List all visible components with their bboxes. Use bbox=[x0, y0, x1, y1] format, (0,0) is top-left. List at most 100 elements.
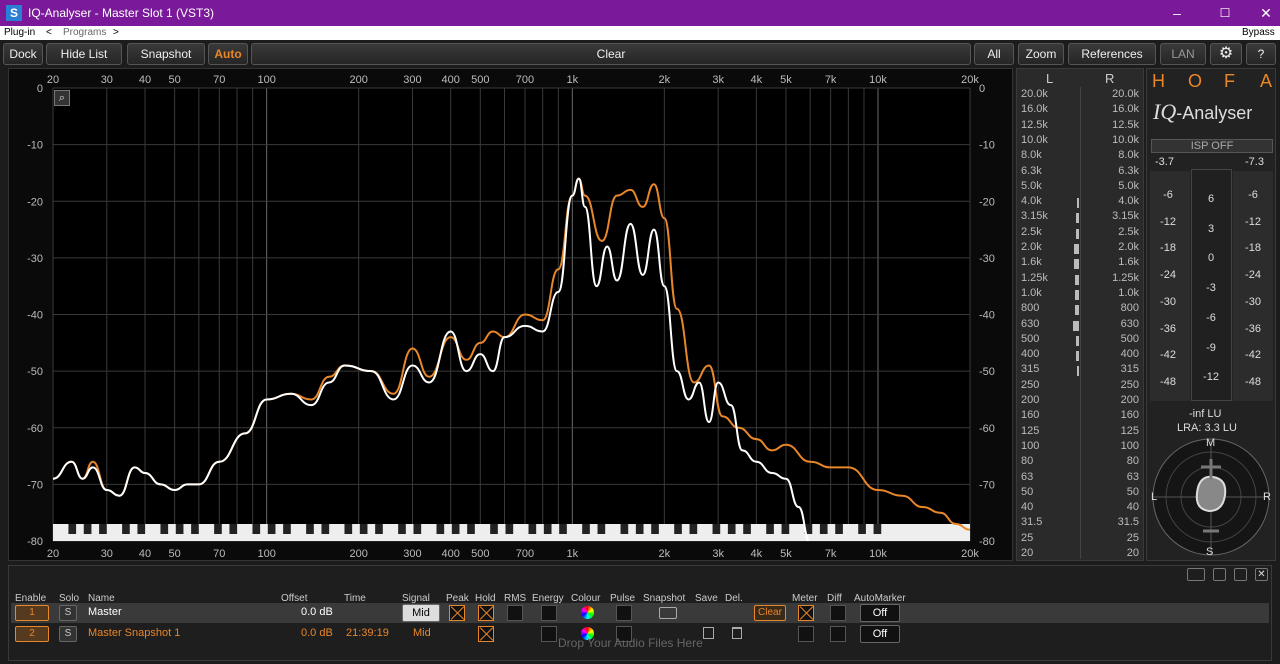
peak-checkbox[interactable] bbox=[449, 605, 465, 621]
x-tick-label-top: 20 bbox=[47, 74, 59, 86]
x-tick-label-top: 40 bbox=[139, 74, 151, 86]
enable-button[interactable]: 2 bbox=[15, 626, 49, 642]
offset-value[interactable]: 0.0 dB bbox=[301, 627, 333, 639]
rms-checkbox[interactable] bbox=[507, 605, 523, 621]
piano-black-key bbox=[490, 524, 498, 534]
peak-l-value: -3.7 bbox=[1155, 156, 1174, 168]
close-list-icon[interactable]: ✕ bbox=[1255, 568, 1268, 581]
zoom-magnifier-icon[interactable]: ⌕ bbox=[54, 90, 70, 106]
settings-gear-icon[interactable]: ⚙ bbox=[1210, 43, 1242, 65]
camera-icon[interactable] bbox=[1187, 568, 1205, 581]
references-button[interactable]: References bbox=[1068, 43, 1156, 65]
band-label-l: 12.5k bbox=[1021, 118, 1048, 131]
programs-menu[interactable]: Programs bbox=[63, 27, 106, 38]
delete-all-icon[interactable] bbox=[1234, 568, 1247, 581]
gonio-label-m: M bbox=[1206, 437, 1216, 449]
band-level-bar bbox=[1076, 335, 1079, 346]
track-name[interactable]: Master bbox=[88, 606, 122, 618]
clear-button[interactable]: Clear bbox=[251, 43, 971, 65]
meter-checkbox[interactable] bbox=[798, 626, 814, 642]
band-label-l: 25 bbox=[1021, 531, 1034, 544]
lan-button[interactable]: LAN bbox=[1160, 43, 1206, 65]
band-label-r: 630 bbox=[1120, 317, 1139, 330]
piano-black-key bbox=[858, 524, 866, 534]
scale-left-tick: -48 bbox=[1160, 375, 1176, 388]
band-label-r: 40 bbox=[1126, 501, 1139, 514]
hofa-letter: O bbox=[1188, 71, 1203, 91]
band-level-bar bbox=[1076, 228, 1079, 239]
band-label-l: 100 bbox=[1021, 439, 1040, 452]
band-label-r: 20 bbox=[1126, 547, 1139, 559]
band-label-l: 400 bbox=[1021, 348, 1040, 361]
snapshot-camera-icon[interactable] bbox=[659, 607, 677, 619]
maximize-button[interactable]: ☐ bbox=[1215, 3, 1235, 23]
close-button[interactable]: ✕ bbox=[1256, 3, 1276, 23]
pulse-checkbox[interactable] bbox=[616, 605, 632, 621]
snapshot-button[interactable]: Snapshot bbox=[127, 43, 205, 65]
hide-list-button[interactable]: Hide List bbox=[46, 43, 122, 65]
band-label-l: 125 bbox=[1021, 424, 1040, 437]
band-label-l: 50 bbox=[1021, 485, 1034, 498]
solo-button[interactable]: S bbox=[59, 626, 77, 642]
piano-black-key bbox=[359, 524, 368, 534]
isp-button[interactable]: ISP OFF bbox=[1151, 139, 1273, 153]
all-button[interactable]: All bbox=[974, 43, 1014, 65]
automarker-select[interactable]: Off bbox=[860, 625, 900, 643]
band-label-l: 6.3k bbox=[1021, 164, 1042, 177]
dock-button[interactable]: Dock bbox=[3, 43, 43, 65]
y-tick-label-right: -80 bbox=[979, 536, 995, 548]
save-all-icon[interactable] bbox=[1213, 568, 1226, 581]
minimize-button[interactable]: – bbox=[1167, 3, 1187, 23]
clear-button[interactable]: Clear bbox=[754, 605, 786, 621]
solo-button[interactable]: S bbox=[59, 605, 77, 621]
zoom-button[interactable]: Zoom bbox=[1018, 43, 1064, 65]
bypass-button[interactable]: Bypass bbox=[1242, 27, 1275, 38]
track-name[interactable]: Master Snapshot 1 bbox=[88, 627, 180, 639]
piano-black-key bbox=[175, 524, 184, 534]
trash-icon[interactable] bbox=[732, 627, 742, 639]
band-label-l: 250 bbox=[1021, 378, 1040, 391]
auto-button[interactable]: Auto bbox=[208, 43, 248, 65]
band-label-l: 630 bbox=[1021, 317, 1040, 330]
signal-select[interactable]: Mid bbox=[413, 627, 431, 639]
band-label-r: 3.15k bbox=[1112, 210, 1139, 223]
energy-checkbox[interactable] bbox=[541, 626, 557, 642]
piano-black-key bbox=[505, 524, 514, 534]
offset-value[interactable]: 0.0 dB bbox=[301, 606, 333, 618]
enable-button[interactable]: 1 bbox=[15, 605, 49, 621]
piano-black-key bbox=[559, 524, 567, 534]
diff-checkbox[interactable] bbox=[830, 626, 846, 642]
piano-black-key bbox=[321, 524, 330, 534]
prev-program-button[interactable]: < bbox=[46, 27, 52, 38]
band-label-l: 10.0k bbox=[1021, 133, 1048, 146]
table-row[interactable]: 1 S Master 0.0 dB Mid Clear Off bbox=[11, 603, 1269, 623]
hold-checkbox[interactable] bbox=[478, 605, 494, 621]
band-label-r: 2.0k bbox=[1118, 241, 1139, 253]
signal-select[interactable]: Mid bbox=[402, 604, 440, 622]
band-level-bar bbox=[1074, 244, 1079, 254]
diff-checkbox[interactable] bbox=[830, 605, 846, 621]
scale-right-tick: -30 bbox=[1245, 295, 1261, 308]
energy-checkbox[interactable] bbox=[541, 605, 557, 621]
next-program-button[interactable]: > bbox=[113, 27, 119, 38]
save-icon[interactable] bbox=[703, 627, 714, 639]
plugin-menu[interactable]: Plug-in bbox=[4, 27, 35, 38]
hold-checkbox[interactable] bbox=[478, 626, 494, 642]
automarker-select[interactable]: Off bbox=[860, 604, 900, 622]
band-label-r: 1.6k bbox=[1118, 256, 1139, 269]
gonio-label-r: R bbox=[1263, 491, 1271, 503]
piano-black-key bbox=[819, 524, 828, 534]
band-label-r: 1.25k bbox=[1112, 271, 1139, 284]
piano-black-key bbox=[413, 524, 422, 534]
meter-header-l: L bbox=[1046, 71, 1054, 86]
drop-zone-hint[interactable]: Drop Your Audio Files Here bbox=[558, 636, 703, 650]
meter-checkbox[interactable] bbox=[798, 605, 814, 621]
x-tick-label-bottom: 3k bbox=[712, 548, 724, 560]
colour-picker-icon[interactable] bbox=[581, 606, 594, 619]
band-label-r: 10.0k bbox=[1112, 133, 1139, 146]
spectrum-analyzer[interactable]: 20 20 30 30 40 40 50 50 70 70 100 100 200 200 300 300 40… bbox=[8, 68, 1013, 561]
scale-right-tick: -36 bbox=[1245, 322, 1261, 335]
help-button[interactable]: ? bbox=[1246, 43, 1276, 65]
y-tick-label-right: -70 bbox=[979, 479, 995, 491]
gonio-label-s: S bbox=[1206, 546, 1214, 558]
